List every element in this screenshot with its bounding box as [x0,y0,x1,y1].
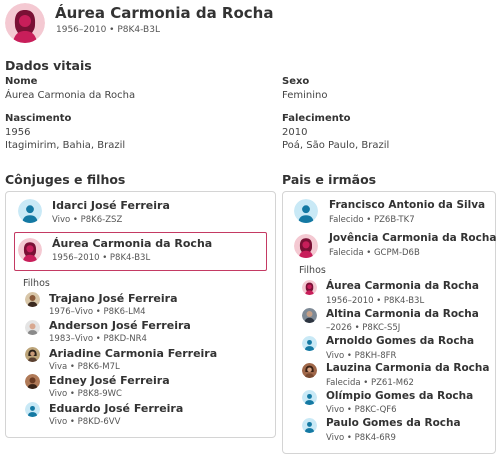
mother-name[interactable]: Jovência Carmonia da Rocha [329,232,496,244]
child-name[interactable]: Edney José Ferreira [49,374,170,387]
female-avatar-icon [5,3,45,43]
children-label: Filhos [23,278,50,289]
sibling-name[interactable]: Áurea Carmonia da Rocha [326,280,479,292]
sibling-name[interactable]: Altina Carmonia da Rocha [326,308,479,320]
male-avatar-icon [302,418,317,433]
male-avatar-icon [302,390,317,405]
child-meta: Vivo • P8KD-6VV [49,417,121,427]
child-name[interactable]: Ariadine Carmonia Ferreira [49,347,217,360]
sibling-meta: Vivo • P8KC-QF6 [326,405,397,415]
child-meta: Viva • P8K6-M7L [49,362,120,372]
child-meta: 1983–Vivo • P8KD-NR4 [49,334,147,344]
child-name[interactable]: Anderson José Ferreira [49,319,191,332]
spouse-meta: Vivo • P8K6-ZSZ [52,215,123,225]
sibling-meta: Vivo • P8K4-6R9 [326,433,396,443]
child-name[interactable]: Eduardo José Ferreira [49,402,183,415]
person-lifespan-id: 1956–2010 • P8K4-B3L [56,25,160,35]
male-avatar-icon [18,199,42,223]
child-meta: 1976–Vivo • P8K6-LM4 [49,307,146,317]
person-photo-icon [302,308,317,323]
father-name[interactable]: Francisco Antonio da Silva [329,199,485,211]
female-avatar-icon [294,234,318,258]
child-meta: Vivo • P8K8-9WC [49,389,122,399]
sibling-name[interactable]: Paulo Gomes da Rocha [326,417,461,429]
person-photo-icon [25,292,40,307]
male-avatar-icon [25,402,40,417]
sex-label: Sexo [282,76,310,87]
self-name[interactable]: Áurea Carmonia da Rocha [52,237,212,250]
person-photo-icon [25,347,40,362]
sex-value: Feminino [282,90,328,101]
person-photo-icon [25,320,40,335]
birth-label: Nascimento [5,113,72,124]
father-meta: Falecido • PZ6B-TK7 [329,215,415,225]
parents-siblings-heading: Pais e irmãos [282,172,377,187]
female-avatar-icon [302,280,317,295]
death-date: 2010 [282,127,308,138]
name-value: Áurea Carmonia da Rocha [5,90,136,101]
page-title: Áurea Carmonia da Rocha [55,4,274,22]
name-label: Nome [5,76,38,87]
self-meta: 1956–2010 • P8K4-B3L [52,253,151,263]
person-photo-icon [25,374,40,389]
spouses-children-heading: Cônjuges e filhos [5,172,126,187]
sibling-name[interactable]: Lauzina Carmonia da Rocha [326,362,489,374]
death-place: Poá, São Paulo, Brazil [282,140,390,151]
sibling-meta: Falecida • PZ61-M62 [326,378,414,388]
sibling-meta: –2026 • P8KC-S5J [326,323,401,333]
birth-date: 1956 [5,127,31,138]
person-photo-icon [302,363,317,378]
death-label: Falecimento [282,113,351,124]
male-avatar-icon [302,336,317,351]
vital-data-heading: Dados vitais [5,58,92,73]
sibling-name[interactable]: Arnoldo Gomes da Rocha [326,335,474,347]
siblings-label: Filhos [299,265,326,276]
sibling-meta: 1956–2010 • P8K4-B3L [326,296,425,306]
child-name[interactable]: Trajano José Ferreira [49,292,178,305]
male-avatar-icon [294,199,318,223]
mother-meta: Falecida • GCPM-D6B [329,248,420,258]
sibling-name[interactable]: Olímpio Gomes da Rocha [326,390,473,402]
sibling-meta: Vivo • P8KH-8FR [326,351,397,361]
female-avatar-icon [18,238,42,262]
spouse-name[interactable]: Idarci José Ferreira [52,199,170,212]
birth-place: Itagimirim, Bahia, Brazil [5,140,126,151]
